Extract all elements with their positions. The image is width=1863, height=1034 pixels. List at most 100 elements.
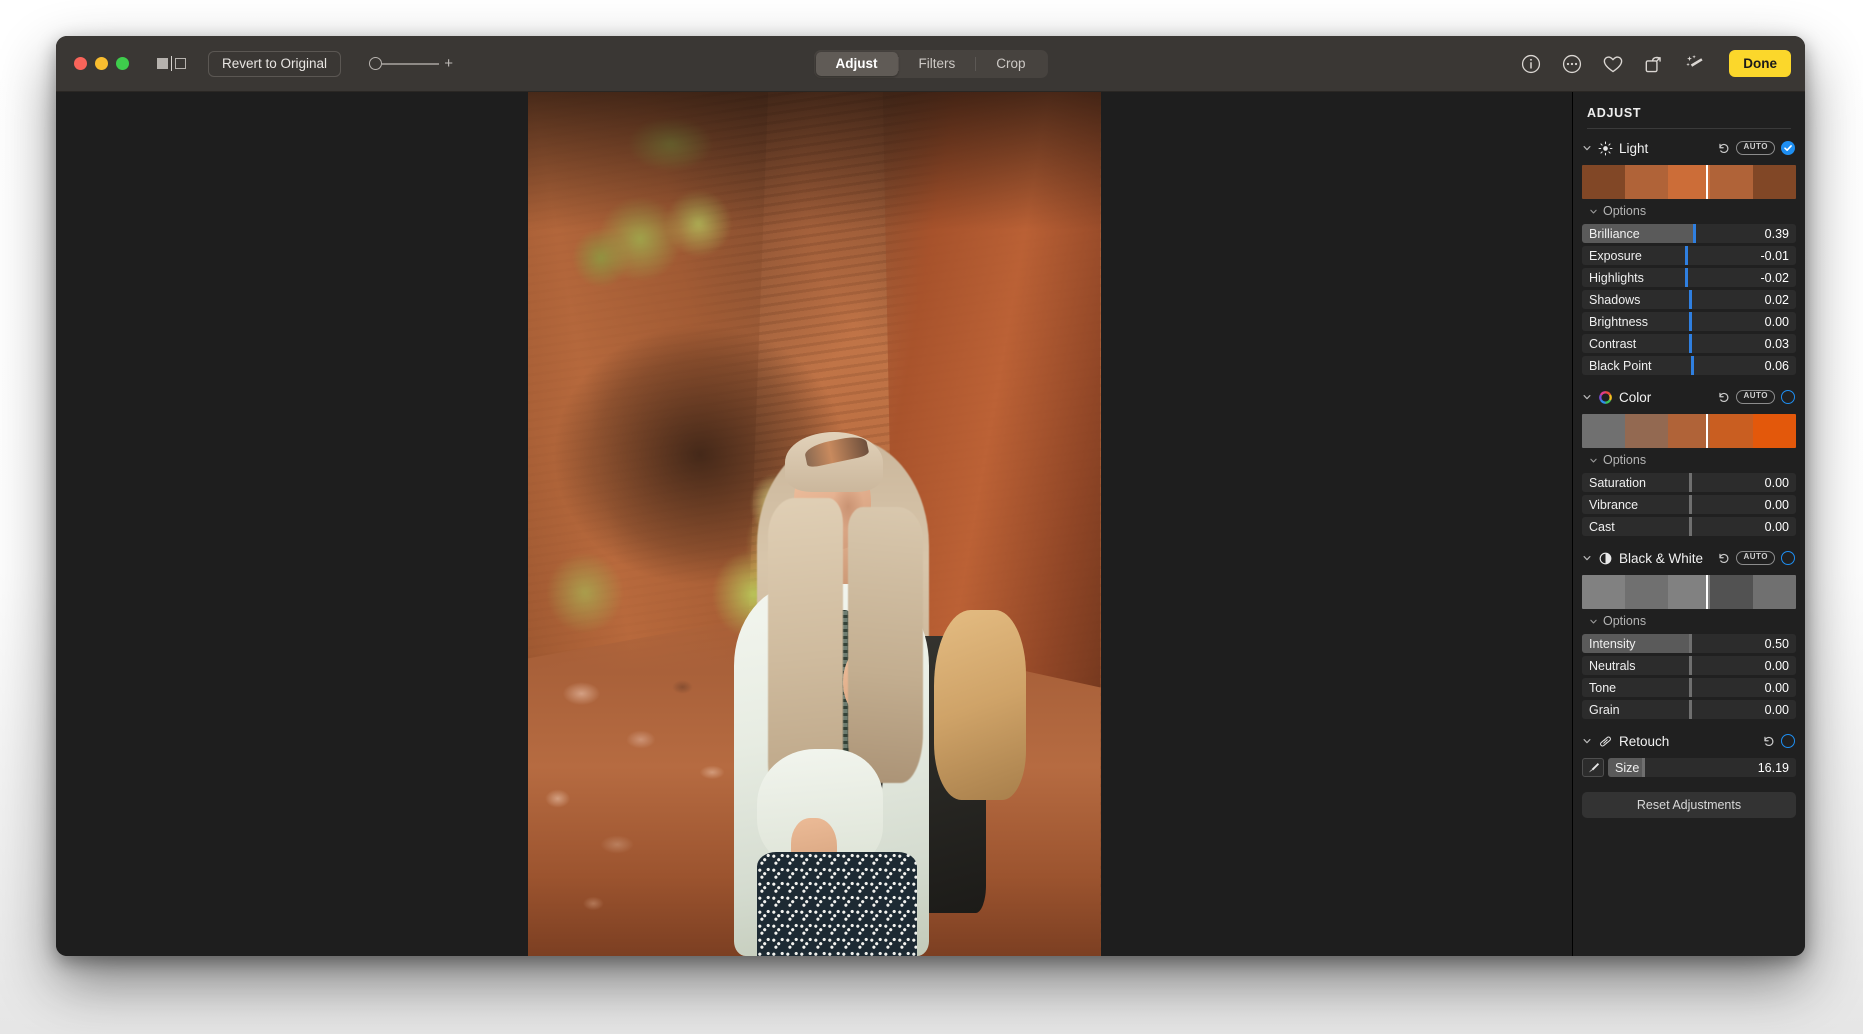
done-button[interactable]: Done (1729, 50, 1791, 77)
filmstrip-thumbnail[interactable] (1667, 165, 1711, 199)
chevron-down-icon[interactable] (1582, 553, 1592, 563)
retouch-brush-tool-button[interactable] (1582, 758, 1604, 777)
slider-vibrance[interactable]: Vibrance 0.00 (1582, 495, 1796, 514)
zoom-slider[interactable]: + (369, 56, 453, 71)
reset-adjustments-button[interactable]: Reset Adjustments (1582, 792, 1796, 818)
slider-handle[interactable] (1689, 312, 1692, 331)
auto-light-button[interactable]: AUTO (1736, 141, 1775, 155)
panel-sections[interactable]: Light AUTO Options Brilliance 0.39 Expos… (1573, 133, 1805, 956)
maximize-window-button[interactable] (116, 57, 129, 70)
revert-retouch-icon[interactable] (1762, 735, 1775, 748)
slider-retouch-size[interactable]: Size 16.19 (1608, 758, 1796, 777)
slider-brilliance[interactable]: Brilliance 0.39 (1582, 224, 1796, 243)
chevron-down-icon[interactable] (1589, 207, 1598, 216)
zoom-slider-track[interactable] (382, 62, 440, 65)
section-light-header[interactable]: Light AUTO (1573, 133, 1805, 163)
slider-highlights[interactable]: Highlights -0.02 (1582, 268, 1796, 287)
filmstrip-position-marker[interactable] (1706, 414, 1709, 448)
tab-adjust[interactable]: Adjust (815, 51, 898, 76)
slider-handle[interactable] (1689, 495, 1692, 514)
slider-handle[interactable] (1689, 634, 1692, 653)
slider-handle[interactable] (1689, 700, 1692, 719)
chevron-down-icon[interactable] (1582, 143, 1592, 153)
filmstrip-thumbnail[interactable] (1582, 414, 1625, 448)
rotate-icon[interactable] (1643, 53, 1665, 75)
slider-handle[interactable] (1693, 224, 1697, 243)
revert-black-and-white-icon[interactable] (1717, 552, 1730, 565)
filmstrip-thumbnail[interactable] (1624, 414, 1668, 448)
split-compare-icon[interactable] (157, 56, 186, 71)
black-and-white-options-toggle[interactable]: Options (1573, 609, 1805, 632)
slider-handle[interactable] (1691, 356, 1695, 375)
tab-filters[interactable]: Filters (898, 52, 975, 76)
slider-tone[interactable]: Tone 0.00 (1582, 678, 1796, 697)
filmstrip-thumbnail[interactable] (1753, 165, 1796, 199)
edited-photo[interactable] (527, 92, 1101, 956)
filmstrip-thumbnail[interactable] (1710, 575, 1754, 609)
chevron-down-icon[interactable] (1589, 456, 1598, 465)
slider-handle[interactable] (1641, 758, 1645, 777)
minimize-window-button[interactable] (95, 57, 108, 70)
slider-contrast[interactable]: Contrast 0.03 (1582, 334, 1796, 353)
zoom-in-label[interactable]: + (444, 56, 453, 71)
section-retouch-header[interactable]: Retouch (1573, 726, 1805, 756)
filmstrip-thumbnail[interactable] (1667, 575, 1711, 609)
filmstrip-thumbnail[interactable] (1667, 414, 1711, 448)
slider-saturation[interactable]: Saturation 0.00 (1582, 473, 1796, 492)
slider-handle[interactable] (1689, 678, 1692, 697)
revert-to-original-button[interactable]: Revert to Original (208, 50, 342, 77)
color-preview-filmstrip[interactable] (1582, 414, 1796, 448)
slider-shadows[interactable]: Shadows 0.02 (1582, 290, 1796, 309)
photo-canvas[interactable] (56, 92, 1572, 956)
slider-handle[interactable] (1689, 656, 1692, 675)
slider-brightness[interactable]: Brightness 0.00 (1582, 312, 1796, 331)
slider-handle[interactable] (1684, 246, 1688, 265)
close-window-button[interactable] (74, 57, 87, 70)
filmstrip-thumbnail[interactable] (1753, 414, 1796, 448)
filmstrip-position-marker[interactable] (1706, 575, 1709, 609)
color-options-toggle[interactable]: Options (1573, 448, 1805, 471)
filmstrip-thumbnail[interactable] (1582, 165, 1625, 199)
slider-neutrals[interactable]: Neutrals 0.00 (1582, 656, 1796, 675)
toggle-color-enabled[interactable] (1781, 390, 1795, 404)
slider-handle[interactable] (1689, 334, 1692, 353)
filmstrip-thumbnail[interactable] (1710, 165, 1754, 199)
auto-enhance-wand-icon[interactable] (1684, 53, 1706, 75)
section-black-and-white-header[interactable]: Black & White AUTO (1573, 543, 1805, 573)
tab-crop[interactable]: Crop (976, 52, 1045, 76)
slider-intensity[interactable]: Intensity 0.50 (1582, 634, 1796, 653)
chevron-down-icon[interactable] (1582, 392, 1592, 402)
zoom-slider-knob[interactable] (369, 57, 383, 70)
light-preview-filmstrip[interactable] (1582, 165, 1796, 199)
slider-black-point[interactable]: Black Point 0.06 (1582, 356, 1796, 375)
info-icon[interactable] (1520, 53, 1542, 75)
chevron-down-icon[interactable] (1589, 617, 1598, 626)
auto-color-button[interactable]: AUTO (1736, 390, 1775, 404)
slider-handle[interactable] (1689, 290, 1692, 309)
filmstrip-thumbnail[interactable] (1710, 414, 1754, 448)
toggle-black-and-white-enabled[interactable] (1781, 551, 1795, 565)
toggle-light-enabled[interactable] (1781, 141, 1795, 155)
slider-exposure[interactable]: Exposure -0.01 (1582, 246, 1796, 265)
slider-handle[interactable] (1689, 517, 1692, 536)
filmstrip-thumbnail[interactable] (1624, 165, 1668, 199)
favorite-heart-icon[interactable] (1602, 53, 1624, 75)
slider-grain[interactable]: Grain 0.00 (1582, 700, 1796, 719)
filmstrip-thumbnail[interactable] (1624, 575, 1668, 609)
filmstrip-position-marker[interactable] (1706, 165, 1709, 199)
black-and-white-preview-filmstrip[interactable] (1582, 575, 1796, 609)
revert-light-icon[interactable] (1717, 142, 1730, 155)
filmstrip-thumbnail[interactable] (1753, 575, 1796, 609)
mode-segmented-control[interactable]: Adjust Filters Crop (813, 49, 1048, 78)
light-options-toggle[interactable]: Options (1573, 199, 1805, 222)
slider-handle[interactable] (1689, 473, 1692, 492)
auto-black-and-white-button[interactable]: AUTO (1736, 551, 1775, 565)
revert-color-icon[interactable] (1717, 391, 1730, 404)
slider-cast[interactable]: Cast 0.00 (1582, 517, 1796, 536)
slider-handle[interactable] (1684, 268, 1688, 287)
filmstrip-thumbnail[interactable] (1582, 575, 1625, 609)
toggle-retouch-enabled[interactable] (1781, 734, 1795, 748)
more-options-icon[interactable] (1561, 53, 1583, 75)
chevron-down-icon[interactable] (1582, 736, 1592, 746)
section-color-header[interactable]: Color AUTO (1573, 382, 1805, 412)
